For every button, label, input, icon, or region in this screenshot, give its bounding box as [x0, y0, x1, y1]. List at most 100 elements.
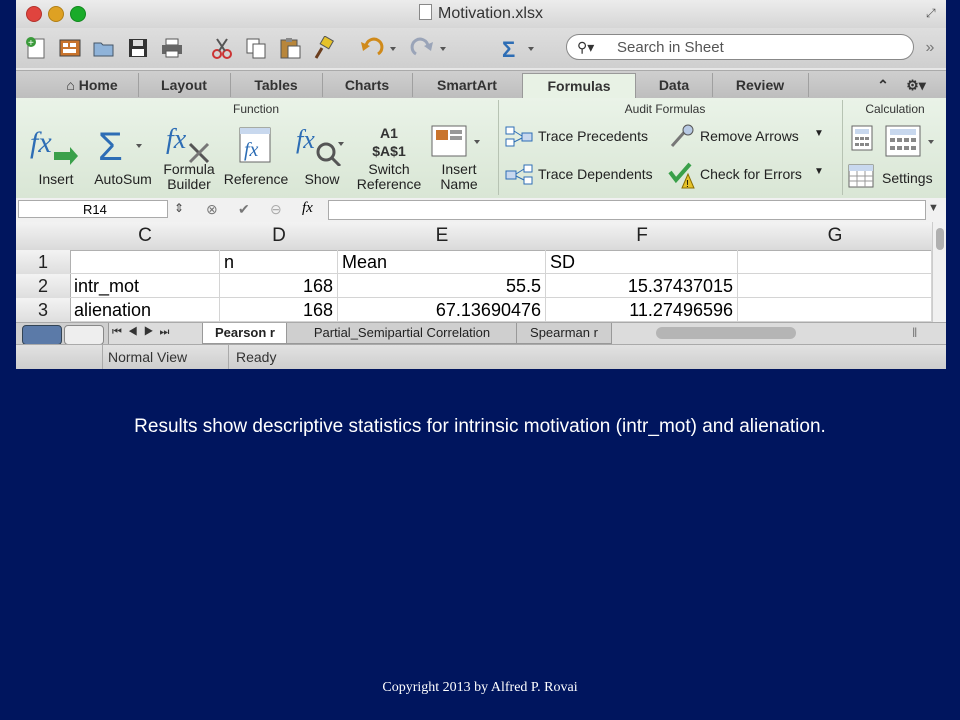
group-divider — [498, 100, 499, 195]
svg-text:fx: fx — [296, 125, 315, 154]
spreadsheet-grid: C D E F G 1 n Mean SD 2 intr_mot 168 55.… — [16, 222, 933, 323]
svg-text:+: + — [28, 38, 34, 49]
svg-text:!: ! — [686, 179, 689, 190]
sheet-tab-spearman-r[interactable]: Spearman r — [516, 323, 612, 344]
table-cell[interactable] — [738, 274, 932, 298]
print-icon[interactable] — [158, 34, 186, 62]
tab-tables[interactable]: Tables — [230, 73, 323, 97]
tab-home[interactable]: ⌂ Home — [46, 73, 139, 97]
select-all-corner[interactable] — [16, 222, 71, 251]
svg-text:fx: fx — [30, 126, 52, 159]
table-cell[interactable]: 67.13690476 — [338, 298, 546, 322]
row-header[interactable]: 1 — [16, 250, 71, 275]
confirm-entry-icon[interactable]: ✔ — [238, 201, 250, 218]
copy-icon[interactable] — [242, 34, 270, 62]
redo-icon[interactable] — [406, 34, 450, 62]
formula-bar-expand-icon[interactable]: ▼ — [928, 202, 939, 214]
table-cell[interactable]: 55.5 — [338, 274, 546, 298]
status-divider — [228, 345, 229, 369]
sheet-tab-bar: ⏮◀▶⏭ Pearson r Partial_Semipartial Corre… — [16, 322, 946, 345]
formulas-ribbon: Function Audit Formulas Calculation fx I… — [16, 98, 946, 199]
column-header[interactable]: D — [220, 222, 339, 251]
window-title: Motivation.xlsx — [16, 4, 946, 23]
status-view-mode: Normal View — [108, 349, 188, 365]
table-cell[interactable]: Mean — [338, 250, 546, 274]
undo-icon[interactable] — [356, 34, 400, 62]
status-bar: Normal View Ready — [16, 344, 946, 369]
group-title-function: Function — [232, 102, 280, 116]
collapse-ribbon-icon[interactable]: ⌃ — [872, 73, 894, 97]
tab-data[interactable]: Data — [636, 73, 713, 97]
open-icon[interactable] — [90, 34, 118, 62]
cut-icon[interactable] — [208, 34, 236, 62]
autosum-toolbar-icon[interactable]: Σ — [496, 34, 540, 62]
group-divider — [842, 100, 843, 195]
search-sheet-field[interactable]: ⚲▾ Search in Sheet — [566, 34, 914, 60]
table-cell[interactable]: 15.37437015 — [546, 274, 738, 298]
table-cell[interactable]: 11.27496596 — [546, 298, 738, 322]
table-cell[interactable] — [738, 250, 932, 274]
row-header[interactable]: 2 — [16, 274, 71, 299]
vertical-scroll-thumb[interactable] — [936, 228, 944, 250]
name-box[interactable]: R14 — [18, 200, 168, 218]
svg-text:fx: fx — [166, 124, 187, 155]
tab-review[interactable]: Review — [712, 73, 809, 97]
remove-arrows-dropdown-icon[interactable]: ▼ — [814, 128, 824, 139]
column-header[interactable]: E — [338, 222, 547, 251]
normal-view-toggle-icon[interactable] — [22, 325, 62, 345]
formula-input[interactable] — [328, 200, 926, 220]
cancel-entry-icon[interactable]: ⊗ — [206, 201, 218, 218]
row-header[interactable]: 3 — [16, 298, 71, 323]
group-title-audit: Audit Formulas — [624, 102, 706, 116]
templates-icon[interactable] — [56, 34, 84, 62]
sheet-navigation-arrows-icon[interactable]: ⏮◀▶⏭ — [112, 326, 175, 339]
switch-reference-icon: A1 $A$1 — [372, 125, 406, 159]
svg-text:Σ: Σ — [98, 125, 123, 166]
tab-charts[interactable]: Charts — [322, 73, 413, 97]
excel-window: Motivation.xlsx ⤢ + Σ ⚲▾ Search in Sheet… — [16, 0, 946, 369]
tab-smartart[interactable]: SmartArt — [412, 73, 523, 97]
table-cell[interactable]: SD — [546, 250, 738, 274]
check-errors-dropdown-icon[interactable]: ▼ — [814, 166, 824, 177]
search-icon: ⚲▾ — [577, 39, 595, 55]
vertical-scrollbar[interactable] — [932, 222, 946, 322]
table-cell[interactable]: 168 — [220, 274, 338, 298]
slide-caption: Results show descriptive statistics for … — [134, 416, 826, 437]
group-title-calculation: Calculation — [865, 102, 925, 116]
home-icon: ⌂ — [66, 77, 79, 93]
table-cell[interactable] — [738, 298, 932, 322]
table-cell[interactable] — [70, 250, 220, 274]
fx-icon[interactable]: fx — [302, 200, 313, 217]
table-cell[interactable]: 168 — [220, 298, 338, 322]
column-header[interactable]: G — [738, 222, 933, 251]
tab-layout[interactable]: Layout — [138, 73, 231, 97]
sheet-tab-pearson-r[interactable]: Pearson r — [202, 323, 288, 344]
svg-text:fx: fx — [244, 139, 259, 161]
table-cell[interactable]: alienation — [70, 298, 220, 322]
name-box-stepper-icon[interactable]: ⇕ — [174, 201, 184, 215]
paste-icon[interactable] — [276, 34, 304, 62]
column-header[interactable]: F — [546, 222, 739, 251]
ribbon-tabs: ⌂ Home Layout Tables Charts SmartArt For… — [16, 70, 946, 101]
formula-edit-icon[interactable]: ⊖ — [270, 201, 282, 218]
table-cell[interactable]: n — [220, 250, 338, 274]
column-header[interactable]: C — [70, 222, 221, 251]
document-icon — [419, 4, 433, 20]
split-handle-icon[interactable]: ‖ — [912, 325, 917, 340]
tab-formulas[interactable]: Formulas — [522, 73, 636, 101]
ribbon-options-gear-icon[interactable]: ⚙▾ — [896, 73, 936, 97]
sheet-tab-partial-semipartial[interactable]: Partial_Semipartial Correlation — [286, 323, 518, 344]
formula-bar: R14 ⇕ ⊗ ✔ ⊖ fx ▼ — [16, 198, 946, 223]
fullscreen-icon[interactable]: ⤢ — [926, 6, 940, 20]
copyright-notice: Copyright 2013 by Alfred P. Rovai — [382, 680, 578, 695]
status-divider — [102, 345, 103, 369]
save-icon[interactable] — [124, 34, 152, 62]
status-ready: Ready — [236, 349, 277, 365]
new-document-icon[interactable]: + — [22, 34, 50, 62]
table-cell[interactable]: intr_mot — [70, 274, 220, 298]
horizontal-scroll-thumb[interactable] — [656, 327, 796, 339]
format-painter-icon[interactable] — [310, 34, 338, 62]
page-layout-toggle-icon[interactable] — [64, 325, 104, 345]
standard-toolbar: + Σ ⚲▾ Search in Sheet » — [16, 28, 946, 68]
toolbar-overflow-icon[interactable]: » — [918, 34, 942, 62]
